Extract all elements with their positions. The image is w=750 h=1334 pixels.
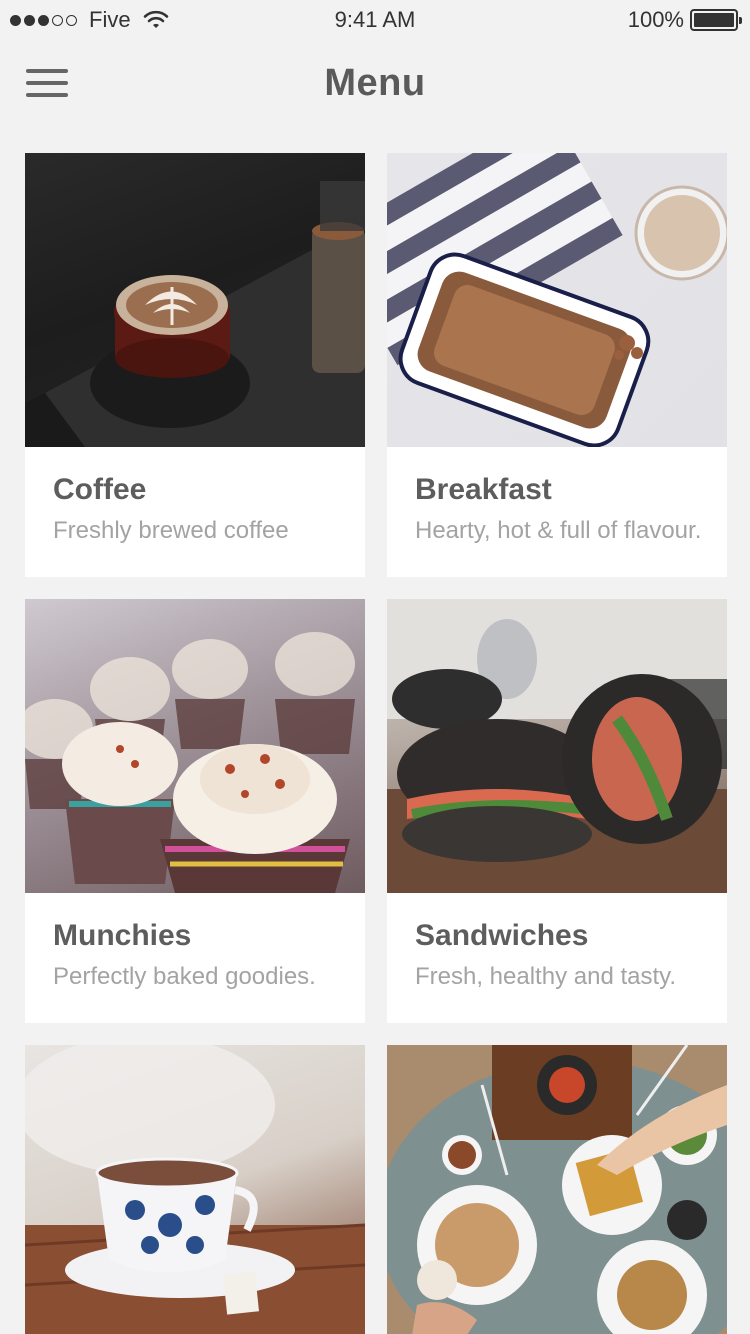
category-card-breakfast[interactable]: Breakfast Hearty, hot & full of flavour. bbox=[387, 153, 727, 577]
battery-percent: 100% bbox=[627, 7, 684, 32]
card-title: Munchies bbox=[53, 919, 192, 952]
category-grid: Coffee Freshly brewed coffee Breakfast H… bbox=[25, 153, 727, 1334]
card-description: Freshly brewed coffee bbox=[53, 517, 289, 544]
status-right: 100% bbox=[627, 7, 742, 33]
card-description: Fresh, healthy and tasty. bbox=[415, 963, 677, 990]
status-bar: Five 9:41 AM 100% bbox=[0, 0, 750, 40]
breakfast-image bbox=[387, 153, 727, 447]
sandwiches-image bbox=[387, 599, 727, 893]
tea-image bbox=[25, 1045, 365, 1334]
category-card-munchies[interactable]: Munchies Perfectly baked goodies. bbox=[25, 599, 365, 1023]
card-description: Hearty, hot & full of flavour. bbox=[415, 517, 702, 544]
card-title: Breakfast bbox=[415, 473, 552, 506]
page-title: Menu bbox=[324, 62, 426, 104]
coffee-image bbox=[25, 153, 365, 447]
munchies-image bbox=[25, 599, 365, 893]
card-description: Perfectly baked goodies. bbox=[53, 963, 316, 990]
card-title: Sandwiches bbox=[415, 919, 589, 952]
brunch-image bbox=[387, 1045, 727, 1334]
card-title: Coffee bbox=[53, 473, 147, 506]
category-card-tea[interactable] bbox=[25, 1045, 365, 1334]
battery-icon bbox=[690, 9, 742, 31]
menu-screen: Five 9:41 AM 100% Menu Coffee Freshly br… bbox=[0, 0, 750, 1334]
category-card-coffee[interactable]: Coffee Freshly brewed coffee bbox=[25, 153, 365, 577]
category-card-brunch[interactable] bbox=[387, 1045, 727, 1334]
category-card-sandwiches[interactable]: Sandwiches Fresh, healthy and tasty. bbox=[387, 599, 727, 1023]
header: Menu bbox=[0, 40, 750, 130]
